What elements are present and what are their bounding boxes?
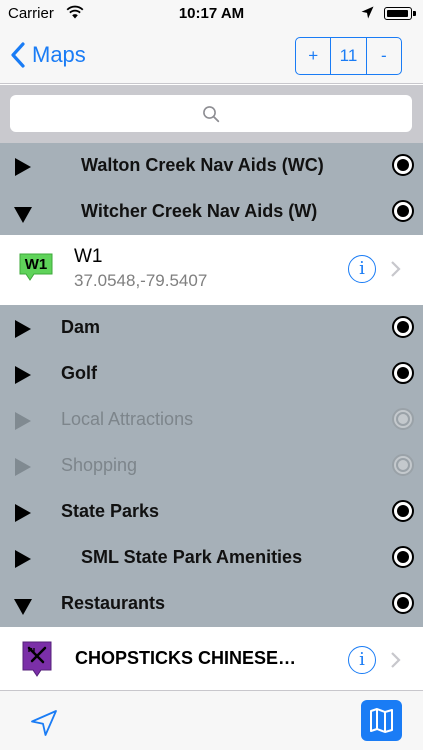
expand-triangle-icon [15,412,31,430]
folder-row-local-attractions[interactable]: Local Attractions [0,397,423,443]
zoom-out-button[interactable]: - [367,38,401,74]
zoom-in-button[interactable]: + [296,38,332,74]
folder-row-shopping[interactable]: Shopping [0,443,423,489]
folder-label: State Parks [61,501,160,521]
search-bar [0,85,423,143]
chevron-left-icon [11,42,25,68]
folder-row-witcher-creek[interactable]: Witcher Creek Nav Aids (W) [0,189,423,235]
search-input[interactable] [10,95,412,132]
folder-label: Witcher Creek Nav Aids (W) [81,201,318,221]
list-item-w1[interactable]: W1 W1 37.0548,-79.5407 i [0,235,423,305]
back-button[interactable]: Maps [10,40,86,70]
expand-triangle-icon [15,550,31,568]
folder-row-state-parks[interactable]: State Parks [0,489,423,535]
info-button[interactable]: i [348,255,376,283]
list-item-chopsticks-chinese[interactable]: CHOPSTICKS CHINESE… i [0,628,423,690]
zoom-level[interactable]: 11 [331,38,367,74]
visibility-toggle[interactable] [392,500,414,522]
expand-triangle-icon [15,158,31,176]
map-icon [370,708,393,733]
info-button[interactable]: i [348,646,376,674]
collapse-triangle-icon [14,599,32,615]
folder-row-restaurants[interactable]: Restaurants [0,581,423,627]
expand-triangle-icon [15,320,31,338]
search-icon [203,105,220,122]
folder-row-sml-state-park-amenities[interactable]: SML State Park Amenities [0,535,423,581]
expand-triangle-icon [15,504,31,522]
chevron-right-icon [391,261,401,277]
folder-label: Golf [61,363,97,383]
back-label: Maps [32,42,86,67]
clock: 10:17 AM [178,5,245,22]
folder-label: SML State Park Amenities [81,547,303,567]
expand-triangle-icon [15,458,31,476]
visibility-toggle[interactable] [392,362,414,384]
status-bar: Carrier 10:17 AM [0,0,423,28]
folder-label: Local Attractions [61,409,194,429]
collapse-triangle-icon [14,207,32,223]
folder-row-walton-creek[interactable]: Walton Creek Nav Aids (WC) [0,143,423,189]
visibility-toggle[interactable] [392,200,414,222]
visibility-toggle[interactable] [392,154,414,176]
zoom-control: + 11 - [295,37,402,75]
battery-tip [413,11,416,16]
visibility-toggle[interactable] [392,454,414,476]
folder-row-dam[interactable]: Dam [0,305,423,351]
folder-label: Walton Creek Nav Aids (WC) [81,155,324,175]
expand-triangle-icon [15,366,31,384]
chevron-right-icon [391,652,401,668]
bottom-toolbar [0,690,423,750]
item-title: W1 [74,246,103,267]
location-services-icon [361,6,374,19]
layer-list: Walton Creek Nav Aids (WC) Witcher Creek… [0,143,423,690]
item-title: CHOPSTICKS CHINESE… [75,648,297,668]
visibility-toggle[interactable] [392,546,414,568]
map-button[interactable] [361,700,402,741]
waypoint-marker-text: W1 [25,256,48,273]
folder-label: Restaurants [61,593,166,613]
folder-label: Dam [61,317,101,337]
folder-row-golf[interactable]: Golf [0,351,423,397]
waypoint-marker-icon: W1 [19,253,53,281]
visibility-toggle[interactable] [392,408,414,430]
visibility-toggle[interactable] [392,592,414,614]
navigation-bar: Maps + 11 - [0,28,423,84]
battery-icon [384,7,412,20]
location-arrow-icon[interactable] [30,709,58,737]
visibility-toggle[interactable] [392,316,414,338]
restaurant-icon [22,641,52,677]
item-coordinates: 37.0548,-79.5407 [74,271,208,290]
folder-label: Shopping [61,455,138,475]
